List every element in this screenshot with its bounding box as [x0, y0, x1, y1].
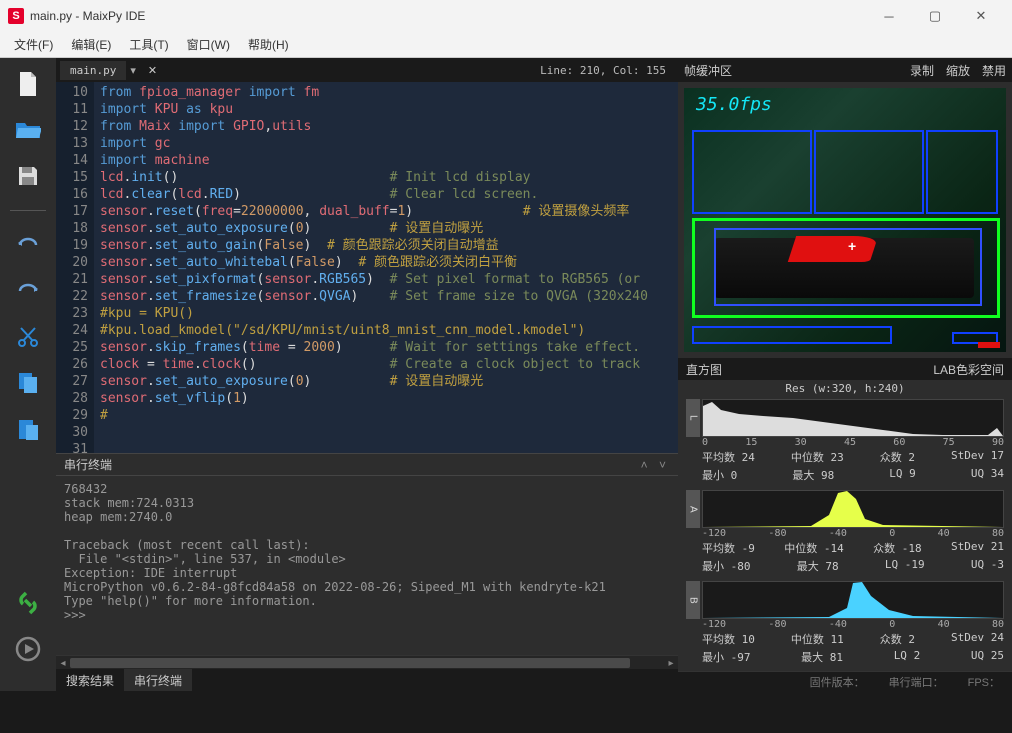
histogram-l: L 0153045607590 平均数 24中位数 23众数 2StDev 17… [678, 397, 1012, 488]
cut-icon[interactable] [14, 323, 42, 351]
status-firmware: 固件版本： [810, 674, 865, 690]
app-logo-icon: S [8, 8, 24, 24]
menu-edit[interactable]: 编辑(E) [63, 33, 119, 56]
menu-bar: 文件(F) 编辑(E) 工具(T) 窗口(W) 帮助(H) [0, 32, 1012, 58]
menu-window[interactable]: 窗口(W) [179, 33, 238, 56]
tab-dropdown-icon[interactable]: ▾ [130, 64, 136, 77]
colorspace-select[interactable]: LAB色彩空间 [933, 361, 1004, 378]
cursor-position: Line: 210, Col: 155 [540, 64, 674, 77]
fps-overlay: 35.0fps [696, 94, 772, 115]
window-title: main.py - MaixPy IDE [30, 9, 145, 23]
redo-icon[interactable] [14, 277, 42, 305]
histogram-a: A -120-80-4004080 平均数 -9中位数 -14众数 -18StD… [678, 488, 1012, 579]
tab-main-py[interactable]: main.py [60, 61, 126, 80]
terminal-scrollbar[interactable]: ◂ ▸ [56, 655, 678, 669]
framebuffer-header: 帧缓冲区 录制 缩放 禁用 [678, 58, 1012, 82]
tab-close-icon[interactable]: ✕ [144, 64, 161, 77]
framebuffer-title: 帧缓冲区 [684, 62, 732, 79]
histogram-b: B -120-80-4004080 平均数 10中位数 11众数 2StDev … [678, 579, 1012, 670]
bottom-tab-bar: 搜索结果 串行终端 [56, 669, 678, 691]
connect-icon[interactable] [14, 589, 42, 617]
terminal-header: 串行终端 ˄ ˅ [56, 453, 678, 475]
line-gutter: 1011121314151617181920212223242526272829… [56, 82, 94, 453]
open-folder-icon[interactable] [14, 116, 42, 144]
new-file-icon[interactable] [14, 70, 42, 98]
status-fps: FPS： [968, 674, 1000, 690]
camera-preview[interactable]: 35.0fps + [684, 88, 1006, 352]
histogram-title: 直方图 [686, 361, 722, 378]
editor-tab-bar: main.py ▾ ✕ Line: 210, Col: 155 [56, 58, 678, 82]
undo-icon[interactable] [14, 231, 42, 259]
paste-icon[interactable] [14, 415, 42, 443]
resolution-label: Res (w:320, h:240) [678, 380, 1012, 397]
status-port: 串行端口： [889, 674, 944, 690]
title-bar: S main.py - MaixPy IDE ─ ▢ ✕ [0, 0, 1012, 32]
serial-terminal[interactable]: 768432 stack mem:724.0313 heap mem:2740.… [56, 475, 678, 655]
status-bar: 固件版本： 串行端口： FPS： [678, 671, 1012, 691]
maximize-button[interactable]: ▢ [912, 0, 958, 32]
tab-serial-terminal[interactable]: 串行终端 [124, 669, 192, 691]
terminal-title: 串行终端 [64, 456, 112, 473]
run-icon[interactable] [14, 635, 42, 663]
copy-icon[interactable] [14, 369, 42, 397]
code-area[interactable]: from fpioa_manager import fmimport KPU a… [94, 82, 678, 453]
menu-help[interactable]: 帮助(H) [240, 33, 297, 56]
minimize-button[interactable]: ─ [866, 0, 912, 32]
tab-search-results[interactable]: 搜索结果 [56, 669, 124, 691]
record-button[interactable]: 录制 [910, 62, 934, 79]
disable-button[interactable]: 禁用 [982, 62, 1006, 79]
save-icon[interactable] [14, 162, 42, 190]
terminal-collapse-up-icon[interactable]: ˄ [641, 458, 652, 472]
side-toolbar [0, 58, 56, 691]
terminal-collapse-down-icon[interactable]: ˅ [659, 458, 670, 472]
menu-tool[interactable]: 工具(T) [121, 33, 176, 56]
close-button[interactable]: ✕ [958, 0, 1004, 32]
zoom-button[interactable]: 缩放 [946, 62, 970, 79]
menu-file[interactable]: 文件(F) [6, 33, 61, 56]
histogram-header: 直方图 LAB色彩空间 [678, 358, 1012, 380]
code-editor[interactable]: 1011121314151617181920212223242526272829… [56, 82, 678, 453]
